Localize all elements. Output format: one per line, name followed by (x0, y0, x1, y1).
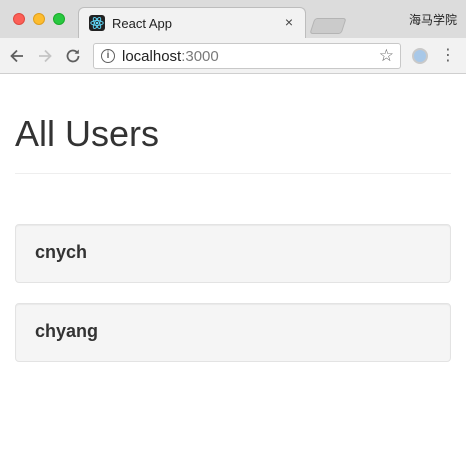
title-divider (15, 173, 451, 174)
extension-icon[interactable] (412, 48, 428, 64)
page-content: All Users cnych chyang (0, 75, 466, 468)
url-port: :3000 (181, 48, 219, 65)
minimize-window-button[interactable] (33, 13, 45, 25)
arrow-left-icon[interactable] (7, 46, 27, 66)
url-text[interactable]: localhost:3000 (122, 48, 219, 65)
arrow-right-icon[interactable] (35, 46, 55, 66)
browser-window: React App × 海马学院 i localhost:3000 ☆ ⋮ Al… (0, 0, 466, 468)
user-name: chyang (35, 321, 99, 341)
reload-icon[interactable] (63, 46, 83, 66)
close-window-button[interactable] (13, 13, 25, 25)
tab-react-app[interactable]: React App × (78, 7, 306, 39)
user-name: cnych (35, 242, 88, 262)
tab-strip: React App × 海马学院 (0, 0, 466, 39)
profile-name[interactable]: 海马学院 (409, 11, 457, 28)
url-host: localhost (122, 48, 182, 65)
react-logo-icon (89, 15, 105, 31)
tab-close-icon[interactable]: × (281, 14, 297, 30)
tab-title: React App (112, 16, 172, 31)
maximize-window-button[interactable] (53, 13, 65, 25)
address-bar[interactable]: i localhost:3000 ☆ (93, 43, 401, 69)
kebab-menu-icon[interactable]: ⋮ (440, 46, 456, 66)
browser-toolbar: i localhost:3000 ☆ ⋮ (0, 38, 466, 74)
page-title: All Users (15, 113, 160, 154)
user-card[interactable]: cnych (15, 224, 451, 283)
info-icon[interactable]: i (101, 49, 115, 63)
new-tab-button[interactable] (309, 18, 347, 34)
user-card[interactable]: chyang (15, 303, 451, 362)
star-icon[interactable]: ☆ (379, 46, 394, 66)
